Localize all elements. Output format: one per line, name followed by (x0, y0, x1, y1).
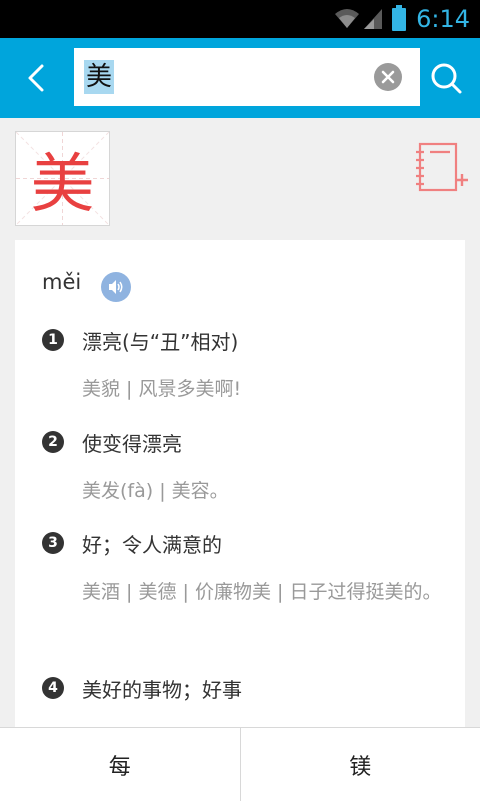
search-button[interactable] (426, 58, 466, 98)
character-tile: 美 (15, 131, 110, 226)
back-button[interactable] (14, 56, 58, 100)
pinyin: měi (42, 270, 81, 294)
back-arrow-icon (24, 63, 48, 93)
prev-character-button[interactable]: 每 (0, 728, 240, 801)
speaker-icon (107, 278, 125, 296)
notebook-add-icon[interactable] (414, 140, 470, 196)
sense-definition: 好；令人满意的 (82, 529, 222, 558)
wifi-icon (333, 6, 361, 30)
clear-icon (381, 70, 395, 84)
sense-number: 2 (42, 431, 64, 453)
bottom-nav: 每 镁 (0, 727, 480, 801)
status-time: 6:14 (416, 4, 470, 34)
sense-number: 1 (42, 329, 64, 351)
search-input[interactable]: 美 (84, 60, 114, 94)
pronounce-button[interactable] (101, 272, 131, 302)
character-glyph: 美 (16, 132, 109, 225)
search-icon (429, 61, 463, 95)
search-box: 美 (74, 48, 420, 106)
sense-example: 美发(fà) | 美容。 (82, 469, 452, 513)
sense-example: 美酒 | 美德 | 价廉物美 | 日子过得挺美的。 (82, 570, 452, 614)
top-bar: 美 (0, 38, 480, 118)
sense-definition: 美好的事物；好事 (82, 674, 242, 703)
definition-card: měi 1 漂亮(与“丑”相对) 美貌 | 风景多美啊! 2 使变得漂亮 美发(… (15, 240, 465, 740)
battery-icon (392, 5, 406, 31)
clear-button[interactable] (374, 63, 402, 91)
next-character-button[interactable]: 镁 (240, 728, 480, 801)
sense-number: 3 (42, 532, 64, 554)
sense-definition: 使变得漂亮 (82, 428, 182, 457)
sense-example: 美貌 | 风景多美啊! (82, 367, 452, 411)
signal-icon (362, 7, 384, 31)
sense-definition: 漂亮(与“丑”相对) (82, 326, 238, 355)
status-bar: 6:14 (0, 0, 480, 38)
sense-number: 4 (42, 677, 64, 699)
